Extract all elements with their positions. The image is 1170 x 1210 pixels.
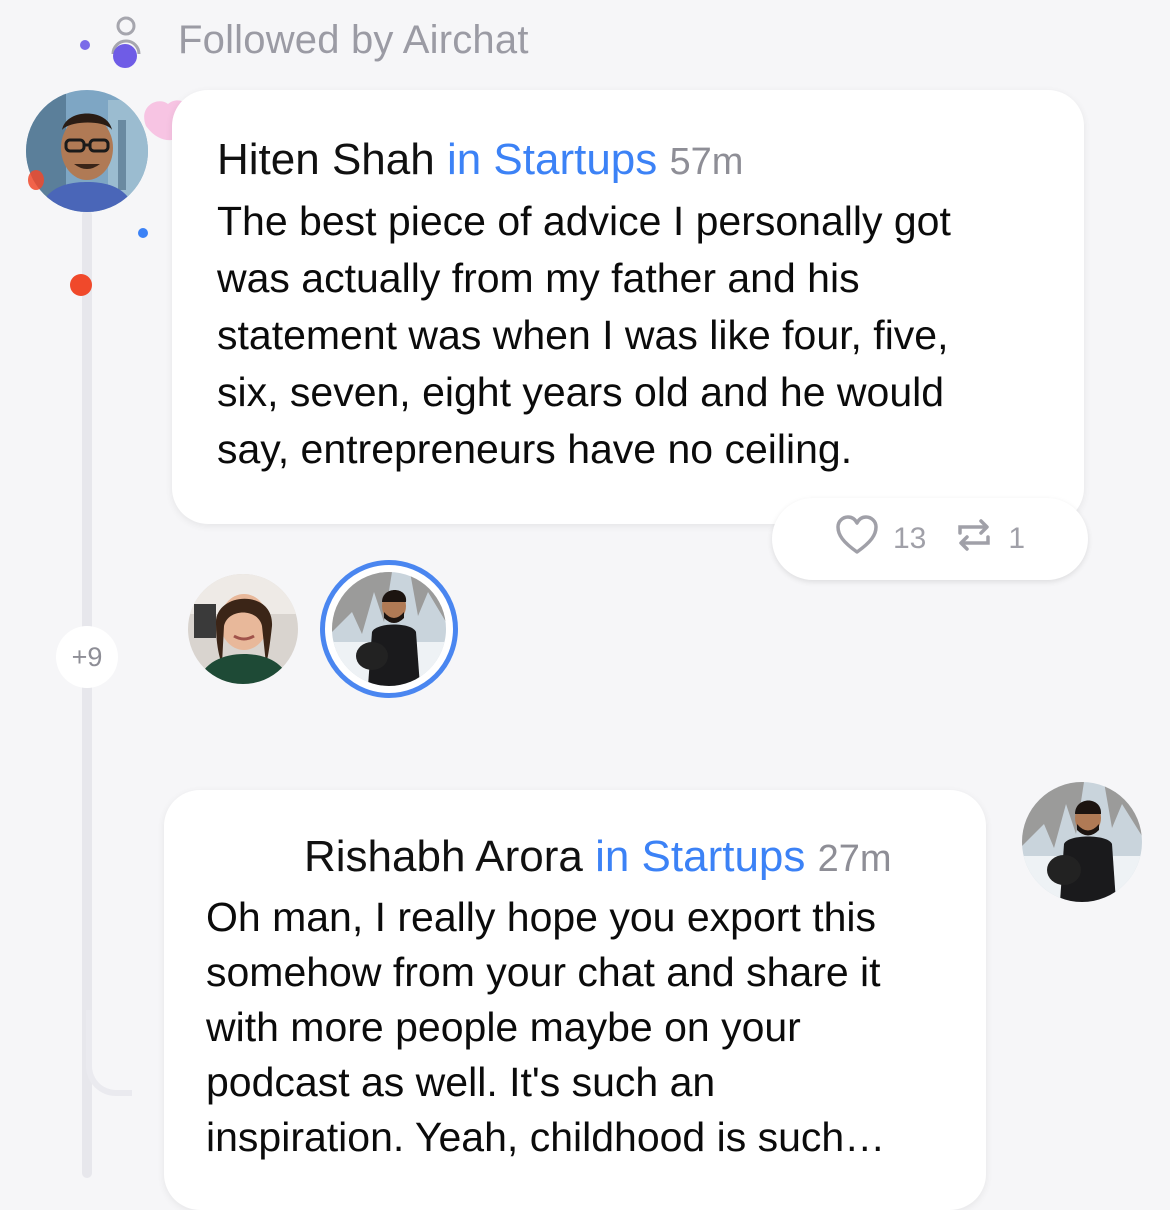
post-bubble-hiten-shah[interactable]: Hiten Shah in Startups 57m The best piec… — [172, 90, 1084, 524]
presence-dot — [28, 170, 44, 190]
hiten-shah-avatar[interactable] — [26, 90, 148, 212]
author-name[interactable]: Hiten Shah — [217, 135, 435, 184]
repost-count: 1 — [1008, 522, 1026, 555]
thread-reply-curve — [86, 1010, 132, 1096]
like-count: 13 — [892, 522, 927, 555]
followed-by-label: Followed by Airchat — [178, 18, 529, 62]
reactions-bar: 13 1 — [772, 498, 1088, 580]
author-name[interactable]: Rishabh Arora — [304, 832, 583, 881]
community-link[interactable]: in Startups — [595, 832, 805, 881]
post-text: The best piece of advice I personally go… — [217, 198, 951, 472]
like-button[interactable]: 13 — [835, 515, 926, 563]
person-icon — [108, 14, 150, 72]
post-text: Oh man, I really hope you export this so… — [206, 894, 886, 1160]
post-bubble-rishabh-arora[interactable]: Rishabh Arora in Startups 27m Oh man, I … — [164, 790, 986, 1210]
post-header: Hiten Shah in Startups 57m — [217, 135, 743, 185]
post-time: 57m — [669, 141, 744, 183]
listener-avatar-speaking[interactable] — [320, 560, 458, 698]
presence-dot — [70, 274, 92, 296]
community-link[interactable]: in Startups — [447, 135, 657, 184]
repost-icon — [954, 517, 994, 561]
post-time: 27m — [817, 838, 892, 880]
listener-avatar[interactable] — [188, 574, 298, 684]
heart-icon — [835, 515, 879, 563]
more-listeners-badge[interactable]: +9 — [56, 626, 118, 688]
presence-dot — [138, 228, 148, 238]
post-header: Rishabh Arora in Startups 27m — [304, 832, 892, 882]
repost-button[interactable]: 1 — [954, 517, 1025, 561]
rishabh-arora-avatar[interactable] — [1022, 782, 1142, 902]
presence-dot — [80, 40, 90, 50]
